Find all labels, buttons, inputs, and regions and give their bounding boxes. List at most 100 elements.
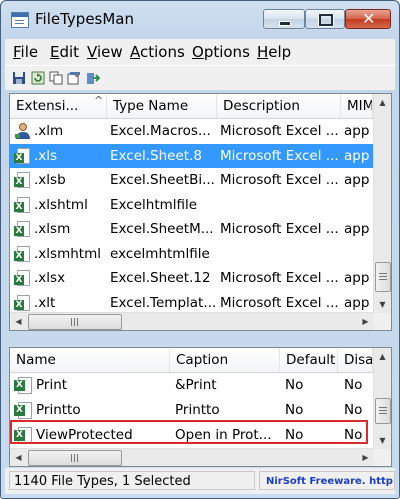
cell-mime [344, 193, 373, 217]
scroll-up-icon[interactable]: ▲ [374, 94, 391, 111]
menu-view[interactable]: View [87, 43, 123, 61]
actions-list[interactable]: Name Caption Default Disa X Print &Print No… [9, 347, 392, 467]
title-bar[interactable]: FileTypesMan ✕ [1, 1, 399, 37]
table-row[interactable]: X Printto Printto No No [10, 398, 373, 422]
status-count: 1140 File Types, 1 Selected [9, 471, 255, 490]
close-button[interactable]: ✕ [345, 9, 391, 29]
excel-icon: X [14, 172, 30, 188]
toolbar [5, 65, 395, 90]
menu-edit[interactable]: Edit [50, 43, 79, 61]
command-icon: X [14, 402, 32, 419]
vertical-scroll-thumb[interactable] [375, 398, 391, 424]
cell-name: Print [36, 377, 68, 393]
column-description[interactable]: Description [217, 94, 341, 118]
column-caption[interactable]: Caption [170, 348, 280, 372]
column-default[interactable]: Default [280, 348, 338, 372]
excel-icon: X [14, 147, 30, 164]
cell-description: Microsoft Excel ... [220, 147, 339, 164]
cell-extension: .xlm [34, 123, 64, 139]
excel-icon: X [14, 221, 30, 237]
cell-description: Microsoft Excel ... [220, 123, 339, 139]
horizontal-scroll-thumb[interactable] [28, 314, 122, 330]
cell-type-name: excelmhtmlfile [110, 245, 210, 262]
cell-extension: .xlsmhtml [34, 245, 101, 262]
cell-mime [344, 242, 373, 266]
cell-name: ViewProtected [36, 427, 133, 443]
save-icon[interactable] [12, 71, 26, 85]
table-row[interactable]: X .xlsb Excel.SheetBi... Microsoft Excel ..… [10, 168, 373, 192]
cell-mime: app [344, 172, 370, 188]
scroll-down-icon[interactable]: ▼ [374, 296, 391, 313]
scroll-left-icon[interactable]: ◀ [10, 313, 27, 330]
column-extension[interactable]: Extensi... [10, 94, 107, 118]
file-types-vertical-scrollbar[interactable]: ▲ ▼ [373, 94, 391, 313]
column-name[interactable]: Name [10, 348, 170, 372]
actions-horizontal-scrollbar[interactable]: ◀ ▶ [10, 448, 374, 466]
excel-icon: X [14, 196, 30, 213]
main-window: FileTypesMan ✕ File Edit View Actions Op… [0, 0, 400, 499]
cell-default: No [285, 427, 304, 443]
scroll-right-icon[interactable]: ▶ [357, 313, 374, 330]
cell-default: No [285, 377, 304, 393]
scroll-down-icon[interactable]: ▼ [374, 432, 391, 449]
command-icon: X [14, 377, 32, 394]
column-disabled[interactable]: Disa [338, 348, 373, 372]
menu-help[interactable]: Help [257, 43, 291, 61]
actions-vertical-scrollbar[interactable]: ▲ ▼ [373, 348, 391, 449]
horizontal-scroll-thumb[interactable] [28, 450, 122, 466]
scroll-right-icon[interactable]: ▶ [357, 449, 374, 466]
refresh-icon[interactable] [31, 71, 45, 85]
menu-options[interactable]: Options [192, 43, 250, 61]
scroll-corner [374, 449, 391, 466]
cell-mime: app [344, 123, 370, 139]
cell-description [220, 193, 339, 217]
actions-header: Name Caption Default Disa [10, 348, 373, 373]
table-row[interactable]: X .xls Excel.Sheet.8 Microsoft Excel ... app [10, 143, 373, 168]
table-row[interactable]: X ViewProtected Open in Prot... No No [10, 423, 373, 447]
column-mime[interactable]: MIM [341, 94, 373, 118]
nirsoft-link[interactable]: NirSoft Freeware. http://w [259, 471, 395, 490]
menu-actions[interactable]: Actions [130, 43, 185, 61]
cell-extension: .xlsb [34, 172, 66, 188]
maximize-button[interactable] [305, 9, 345, 29]
table-row[interactable]: X Print &Print No No [10, 373, 373, 397]
file-types-horizontal-scrollbar[interactable]: ◀ ▶ [10, 312, 374, 330]
scroll-up-icon[interactable]: ▲ [374, 348, 391, 365]
cell-disabled: No [344, 427, 363, 443]
cell-caption: Open in Prot... [175, 427, 272, 443]
table-row[interactable]: X .xlsm Excel.SheetM... Microsoft Excel ...… [10, 217, 373, 241]
scroll-left-icon[interactable]: ◀ [10, 449, 27, 466]
cell-caption: Printto [175, 402, 220, 418]
cell-type-name: Excel.Sheet.8 [110, 147, 202, 164]
copy-icon[interactable] [49, 71, 63, 85]
cell-disabled: No [344, 402, 363, 418]
cell-type-name: Excel.SheetBi... [110, 172, 215, 188]
cell-caption: &Print [175, 377, 217, 393]
excel-icon: X [14, 270, 30, 286]
vertical-scroll-thumb[interactable] [375, 262, 391, 292]
file-types-list[interactable]: Extensi... ^ Type Name Description MIM .… [9, 93, 392, 331]
menu-file[interactable]: File [13, 43, 38, 61]
file-types-header: Extensi... ^ Type Name Description MIM [10, 94, 373, 119]
minimize-button[interactable] [263, 9, 305, 29]
cell-type-name: Excel.SheetM... [110, 221, 214, 237]
excel-icon: X [14, 245, 30, 262]
cell-extension: .xlsx [34, 270, 66, 286]
cell-type-name: Excel.Templat... [110, 294, 215, 311]
cell-mime: app [344, 270, 370, 286]
scroll-corner [374, 313, 391, 330]
sort-ascending-icon: ^ [94, 94, 104, 107]
excel-icon: X [14, 294, 30, 311]
close-icon: ✕ [362, 9, 376, 28]
table-row[interactable]: X .xlt Excel.Templat... Microsoft Excel ...… [10, 291, 373, 315]
table-row[interactable]: .xlm Excel.Macros... Microsoft Excel ... ap… [10, 119, 373, 143]
table-row[interactable]: X .xlshtml Excelhtmlfile [10, 193, 373, 217]
properties-icon[interactable] [67, 71, 81, 85]
cell-description: Microsoft Excel ... [220, 172, 339, 188]
status-bar: 1140 File Types, 1 Selected NirSoft Free… [5, 468, 395, 494]
table-row[interactable]: X .xlsmhtml excelmhtmlfile [10, 242, 373, 266]
cell-extension: .xls [34, 147, 58, 164]
table-row[interactable]: X .xlsx Excel.Sheet.12 Microsoft Excel ... a… [10, 266, 373, 290]
column-type-name[interactable]: Type Name [107, 94, 217, 118]
exit-icon[interactable] [86, 71, 100, 85]
